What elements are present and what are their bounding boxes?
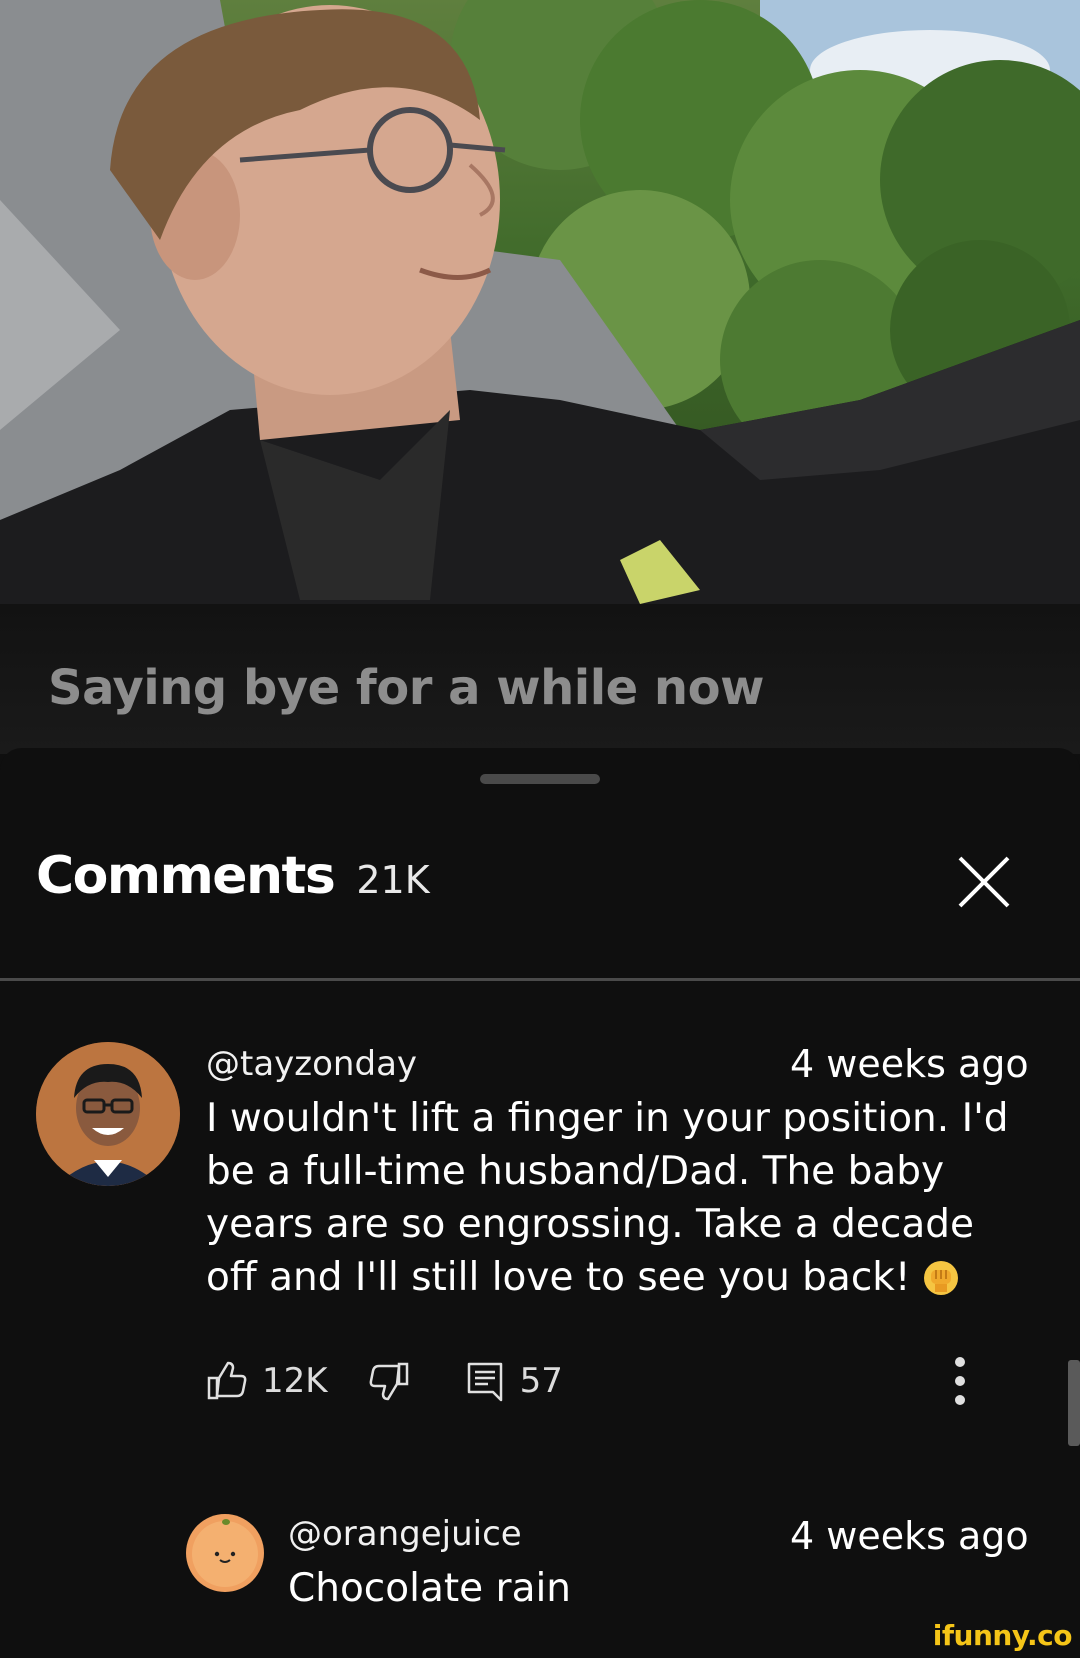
comment-author[interactable]: @orangejuice [288,1514,522,1554]
comment-timestamp: 4 weeks ago [790,1514,1029,1558]
comments-count: 21K [356,858,430,902]
avatar-tayzonday-image [36,1042,180,1186]
raised-fist-emoji [923,1261,958,1295]
comment-actions: 12K 57 [206,1356,563,1406]
comment-timestamp: 4 weeks ago [790,1042,1029,1086]
avatar[interactable] [36,1042,180,1186]
header-divider [0,978,1080,981]
avatar-orange-image [186,1514,264,1592]
ifunny-watermark: ifunny.co [932,1619,1073,1652]
avatar[interactable] [186,1514,264,1592]
scrollbar[interactable] [1068,1360,1080,1446]
dislike-button[interactable] [368,1360,410,1402]
comment-author[interactable]: @tayzonday [206,1044,417,1084]
reply-button[interactable]: 57 [464,1360,563,1402]
close-icon [958,856,1010,908]
comment-text: Chocolate rain [288,1566,572,1611]
like-button[interactable]: 12K [206,1360,328,1402]
more-vert-icon [955,1357,965,1405]
thumbs-up-icon [207,1361,247,1400]
video-frame-illustration [0,0,1080,604]
like-count: 12K [262,1361,328,1401]
video-title[interactable]: Saying bye for a while now [48,660,764,716]
more-options-button[interactable] [940,1354,980,1408]
comment-icon [467,1362,502,1402]
comment-text: I wouldn't lift a finger in your positio… [206,1092,1026,1304]
comments-title: Comments [36,846,336,906]
reply-count: 57 [519,1361,563,1401]
comment-text-content: I wouldn't lift a finger in your positio… [206,1096,1009,1300]
drag-handle[interactable] [480,774,600,784]
close-button[interactable] [954,852,1014,912]
comments-sheet: Comments 21K @tayzonday 4 weeks ago I wo… [0,748,1080,1658]
thumbs-down-icon [369,1362,408,1401]
video-player[interactable] [0,0,1080,604]
comments-header: Comments 21K [36,846,430,906]
